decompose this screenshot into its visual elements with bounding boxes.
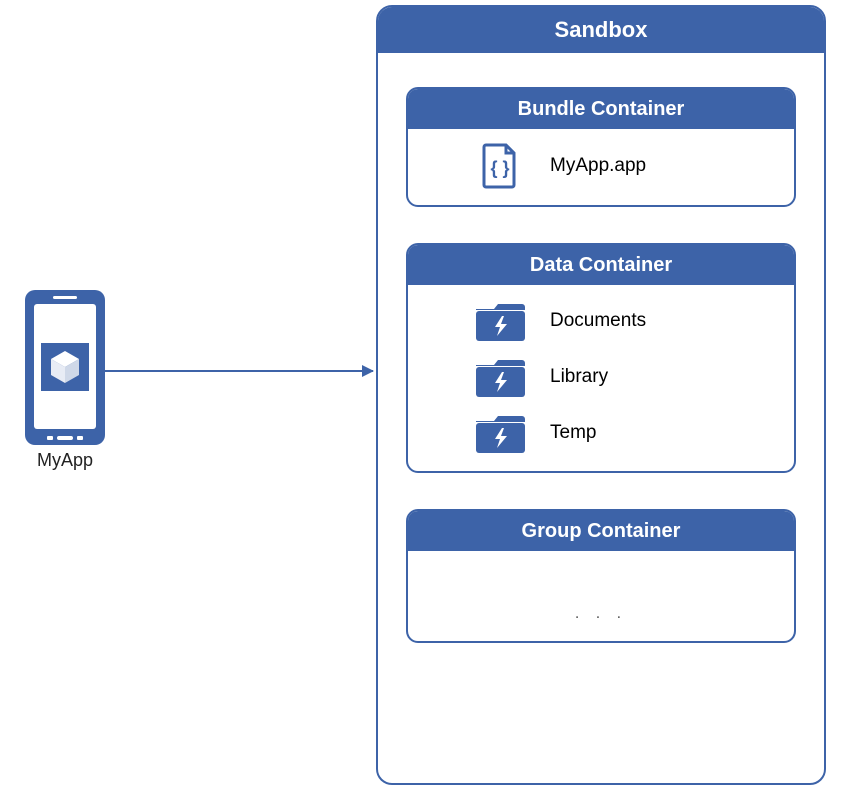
app-cube-icon	[41, 343, 89, 391]
bundle-item-label: MyApp.app	[550, 155, 646, 177]
data-container-title: Data Container	[408, 245, 794, 285]
data-container-body: Documents Library	[408, 285, 794, 471]
data-item-label: Library	[550, 366, 608, 388]
app-label: MyApp	[25, 450, 105, 471]
data-item-label: Temp	[550, 422, 596, 444]
data-item-row: Library	[428, 355, 774, 399]
phone-speaker-icon	[53, 296, 77, 299]
phone-nav-dot-icon	[77, 436, 83, 440]
phone-bottom-bar	[47, 431, 83, 445]
data-item-row: Documents	[428, 299, 774, 343]
bundle-container: Bundle Container { } MyApp.app	[406, 87, 796, 207]
sandbox-container: Sandbox Bundle Container { } MyApp.app	[376, 5, 826, 785]
group-container-placeholder: . . .	[408, 551, 794, 641]
data-item-row: Temp	[428, 411, 774, 455]
phone-nav-dot-icon	[47, 436, 53, 440]
bundle-container-body: { } MyApp.app	[408, 129, 794, 205]
group-container: Group Container . . .	[406, 509, 796, 643]
folder-lightning-icon	[474, 411, 526, 455]
bundle-item-row: { } MyApp.app	[428, 143, 774, 189]
folder-lightning-icon	[474, 355, 526, 399]
svg-text:{ }: { }	[490, 158, 509, 178]
sandbox-title: Sandbox	[378, 7, 824, 53]
phone-screen	[34, 304, 96, 429]
folder-lightning-icon	[474, 299, 526, 343]
phone-device: MyApp	[25, 290, 105, 445]
sandbox-body: Bundle Container { } MyApp.app Data Cont…	[378, 53, 824, 663]
arrow-app-to-sandbox	[105, 370, 373, 372]
phone-nav-pill-icon	[57, 436, 73, 440]
group-container-title: Group Container	[408, 511, 794, 551]
data-container: Data Container Documents	[406, 243, 796, 473]
data-item-label: Documents	[550, 310, 646, 332]
code-file-icon: { }	[474, 143, 526, 189]
phone-top-bar	[53, 290, 77, 304]
bundle-container-title: Bundle Container	[408, 89, 794, 129]
